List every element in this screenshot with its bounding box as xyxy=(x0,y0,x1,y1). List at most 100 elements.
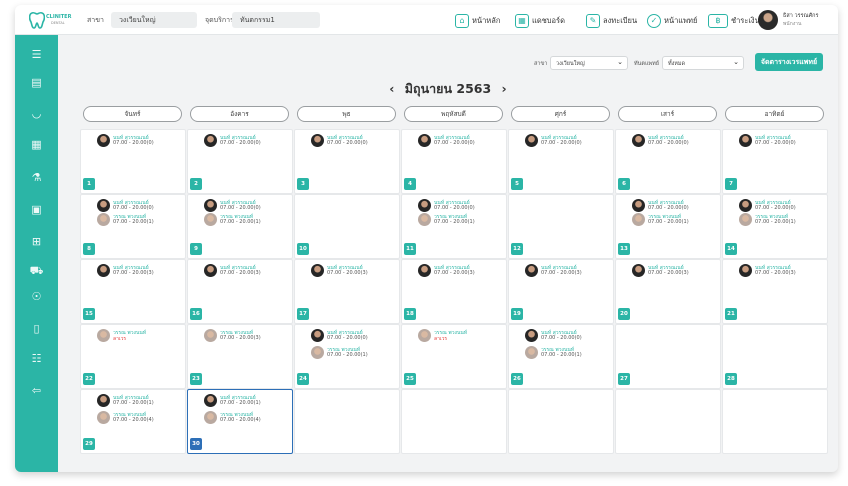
calendar-day-cell[interactable]: วรรณ พวงนนท์ ลาเวร 25 xyxy=(401,324,507,389)
calendar-day-cell[interactable]: นนท์ สุวรรณเนย์ 07.00 - 20.00(0) วรรณ พวงน… xyxy=(80,194,186,259)
device-icon[interactable]: ▣ xyxy=(29,202,44,217)
shift-time: 07.00 - 20.00(1) xyxy=(755,219,796,225)
nav-dashboard[interactable]: ▦ แดชบอร์ด xyxy=(515,13,565,28)
nav-register[interactable]: ✎ ลงทะเบียน xyxy=(586,13,637,28)
day-number: 15 xyxy=(83,308,95,320)
filter-doctor-label: ทันตแพทย์ xyxy=(634,61,659,67)
calendar-day-cell[interactable]: นนท์ สุวรรณเนย์ 07.00 - 20.00(1) วรรณ พวงน… xyxy=(80,389,186,454)
shift-time: 07.00 - 20.00(0) xyxy=(434,205,475,211)
day-number: 5 xyxy=(511,178,523,190)
calendar-day-cell[interactable]: วรรณ พวงนนท์ 07.00 - 20.00(3) 23 xyxy=(187,324,293,389)
calendar-day-cell[interactable]: 27 xyxy=(615,324,721,389)
calendar-day-cell[interactable]: นนท์ สุวรรณเนย์ 07.00 - 20.00(3) 18 xyxy=(401,259,507,324)
calendar-day-cell[interactable]: นนท์ สุวรรณเนย์ 07.00 - 20.00(0) 3 xyxy=(294,129,400,194)
calendar-day-cell[interactable]: นนท์ สุวรรณเนย์ 07.00 - 20.00(3) 21 xyxy=(722,259,828,324)
doctor-avatar xyxy=(739,264,752,277)
nav-home[interactable]: ⌂ หน้าหลัก xyxy=(455,13,500,28)
service-point-select[interactable]: ทันตกรรม1 xyxy=(232,12,320,28)
tooth-icon[interactable]: ◡ xyxy=(29,106,44,121)
calendar-day-cell[interactable]: นนท์ สุวรรณเนย์ 07.00 - 20.00(1) วรรณ พวงน… xyxy=(187,389,293,454)
doctor-avatar xyxy=(311,264,324,277)
clipboard-icon[interactable]: ▤ xyxy=(29,75,44,90)
day-number: 27 xyxy=(618,373,630,385)
calendar-day-cell[interactable]: นนท์ สุวรรณเนย์ 07.00 - 20.00(3) 15 xyxy=(80,259,186,324)
branch-select[interactable]: วงเวียนใหญ่ xyxy=(111,12,197,28)
calendar-day-cell[interactable]: 10 xyxy=(294,194,400,259)
calendar-icon[interactable]: ▦ xyxy=(29,137,44,152)
day-number: 4 xyxy=(404,178,416,190)
calendar-day-cell[interactable]: นนท์ สุวรรณเนย์ 07.00 - 20.00(3) 19 xyxy=(508,259,614,324)
nav-payment[interactable]: ฿ ชำระเงิน xyxy=(708,13,760,28)
calendar-day-cell[interactable]: นนท์ สุวรรณเนย์ 07.00 - 20.00(0) วรรณ พวงน… xyxy=(722,194,828,259)
shift-time: 07.00 - 20.00(4) xyxy=(220,417,261,423)
user-avatar[interactable] xyxy=(758,10,778,30)
shift-time: 07.00 - 20.00(0) xyxy=(327,335,368,341)
calendar-day-cell[interactable]: นนท์ สุวรรณเนย์ 07.00 - 20.00(3) 17 xyxy=(294,259,400,324)
calendar-day-cell[interactable]: นนท์ สุวรรณเนย์ 07.00 - 20.00(0) วรรณ พวงน… xyxy=(401,194,507,259)
day-header: อังคาร xyxy=(190,106,289,122)
calendar-day-cell[interactable]: นนท์ สุวรรณเนย์ 07.00 - 20.00(0) 2 xyxy=(187,129,293,194)
calendar-day-cell[interactable]: นนท์ สุวรรณเนย์ 07.00 - 20.00(3) 20 xyxy=(615,259,721,324)
doctor-avatar xyxy=(525,346,538,359)
calendar-day-cell[interactable]: นนท์ สุวรรณเนย์ 07.00 - 20.00(0) วรรณ พวงน… xyxy=(508,324,614,389)
calendar-day-cell[interactable]: นนท์ สุวรรณเนย์ 07.00 - 20.00(0) วรรณ พวงน… xyxy=(294,324,400,389)
calendar-day-cell[interactable] xyxy=(294,389,400,454)
hand-money-icon[interactable]: ☉ xyxy=(29,289,44,304)
doctor-avatar xyxy=(632,134,645,147)
doctor-avatar xyxy=(204,394,217,407)
logo[interactable]: CLINITER DENTAL xyxy=(28,11,71,29)
calendar-day-cell[interactable]: 12 xyxy=(508,194,614,259)
calendar-day-cell[interactable]: นนท์ สุวรรณเนย์ 07.00 - 20.00(3) 16 xyxy=(187,259,293,324)
calendar-day-cell[interactable]: นนท์ สุวรรณเนย์ 07.00 - 20.00(0) วรรณ พวงน… xyxy=(187,194,293,259)
main-content: สาขา วงเวียนใหญ่ ⌄ ทันตแพทย์ ทั้งหมด ⌄ จ… xyxy=(58,35,838,472)
day-number: 3 xyxy=(297,178,309,190)
doctor-avatar xyxy=(97,394,110,407)
doctor-avatar xyxy=(525,134,538,147)
day-header: ศุกร์ xyxy=(511,106,610,122)
lab-flask-icon[interactable]: ⚗ xyxy=(29,170,44,185)
calendar-day-cell[interactable] xyxy=(401,389,507,454)
menu-icon[interactable]: ☰ xyxy=(29,47,44,62)
nav-doctor[interactable]: ✓ หน้าแพทย์ xyxy=(647,13,697,28)
cart-icon[interactable]: ⛟ xyxy=(29,263,44,278)
calendar-day-cell[interactable] xyxy=(615,389,721,454)
brand-sub: DENTAL xyxy=(51,21,65,25)
calendar-day-cell[interactable] xyxy=(722,389,828,454)
register-icon: ✎ xyxy=(586,13,600,28)
calendar-day-cell[interactable]: นนท์ สุวรรณเนย์ 07.00 - 20.00(0) วรรณ พวงน… xyxy=(615,194,721,259)
shift-time: 07.00 - 20.00(3) xyxy=(113,270,154,276)
calendar-day-cell[interactable]: นนท์ สุวรรณเนย์ 07.00 - 20.00(0) 4 xyxy=(401,129,507,194)
shift-time: 07.00 - 20.00(4) xyxy=(113,417,154,423)
day-number: 22 xyxy=(83,373,95,385)
day-number: 7 xyxy=(725,178,737,190)
calendar-day-cell[interactable]: วรรณ พวงนนท์ ลาเวร 22 xyxy=(80,324,186,389)
filter-doctor-select[interactable]: ทั้งหมด ⌄ xyxy=(662,56,744,70)
calendar-day-cell[interactable] xyxy=(508,389,614,454)
next-month-button[interactable]: › xyxy=(502,81,507,96)
sliders-icon[interactable]: ☷ xyxy=(29,351,44,366)
doctor-avatar xyxy=(739,199,752,212)
calendar-day-cell[interactable]: นนท์ สุวรรณเนย์ 07.00 - 20.00(0) 6 xyxy=(615,129,721,194)
day-number: 8 xyxy=(83,243,95,255)
day-header: พุธ xyxy=(297,106,396,122)
shift-time: 07.00 - 20.00(1) xyxy=(113,400,154,406)
calendar-day-cell[interactable]: 28 xyxy=(722,324,828,389)
prev-month-button[interactable]: ‹ xyxy=(389,81,394,96)
day-header: เสาร์ xyxy=(618,106,717,122)
day-header: อาทิตย์ xyxy=(725,106,824,122)
doctor-avatar xyxy=(739,213,752,226)
day-number: 2 xyxy=(190,178,202,190)
document-icon[interactable]: ▯ xyxy=(29,321,44,336)
filter-branch-select[interactable]: วงเวียนใหญ่ ⌄ xyxy=(550,56,628,70)
day-header: จันทร์ xyxy=(83,106,182,122)
calendar-day-cell[interactable]: นนท์ สุวรรณเนย์ 07.00 - 20.00(0) 1 xyxy=(80,129,186,194)
doctor-avatar xyxy=(525,264,538,277)
logout-icon[interactable]: ⇦ xyxy=(29,383,44,398)
doctor-avatar xyxy=(97,264,110,277)
grid-icon[interactable]: ⊞ xyxy=(29,234,44,249)
calendar-day-cell[interactable]: นนท์ สุวรรณเนย์ 07.00 - 20.00(0) 7 xyxy=(722,129,828,194)
calendar-day-cell[interactable]: นนท์ สุวรรณเนย์ 07.00 - 20.00(0) 5 xyxy=(508,129,614,194)
shift-time: 07.00 - 20.00(3) xyxy=(755,270,796,276)
day-number: 14 xyxy=(725,243,737,255)
schedule-doctor-button[interactable]: จัดตารางเวรแพทย์ xyxy=(755,53,823,71)
